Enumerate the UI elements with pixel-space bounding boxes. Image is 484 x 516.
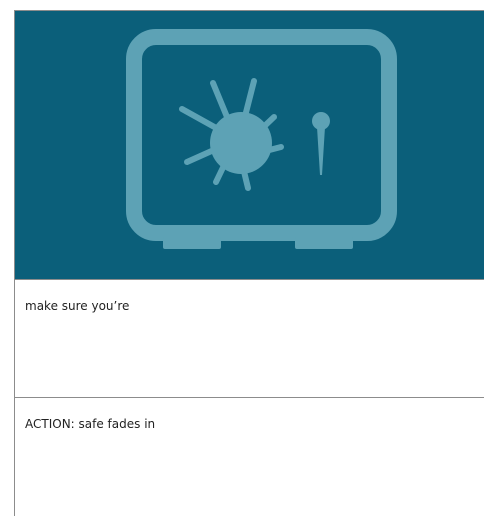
dialog-text: make sure you’re <box>25 299 130 313</box>
dialog-cell: make sure you’re <box>15 279 484 397</box>
action-cell: ACTION: safe fades in <box>15 397 484 516</box>
dial-center <box>210 112 272 174</box>
illustration-panel <box>15 11 484 279</box>
action-text: ACTION: safe fades in <box>25 417 156 431</box>
safe-foot-left <box>163 237 221 249</box>
handle-bar <box>317 127 325 175</box>
storyboard-page: make sure you’re ACTION: safe fades in <box>0 0 484 516</box>
safe-icon <box>126 29 397 249</box>
safe-foot-right <box>295 237 353 249</box>
storyboard-frame: make sure you’re ACTION: safe fades in <box>14 10 484 516</box>
